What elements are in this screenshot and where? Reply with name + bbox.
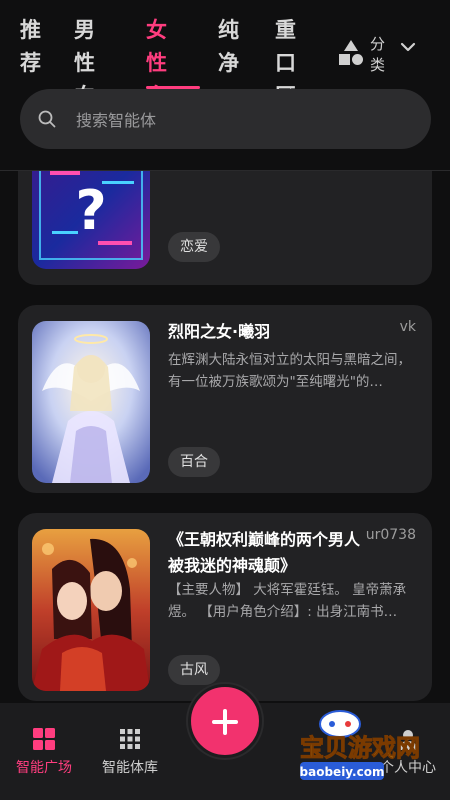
- search-icon: [38, 110, 56, 128]
- agent-cover-image: [32, 321, 150, 483]
- agent-description: 在辉渊大陆永恒对立的太阳与黑暗之间，有一位被万族歌颂为"至纯曙光"的…: [168, 352, 411, 390]
- category-button[interactable]: 分类: [338, 34, 428, 74]
- watermark-title: 宝贝游戏网: [300, 734, 420, 762]
- agent-title: 烈阳之女·曦羽: [168, 322, 271, 341]
- create-agent-button[interactable]: [188, 684, 262, 758]
- agent-tag: 古风: [168, 655, 220, 685]
- grid-four-icon: [33, 728, 55, 750]
- dots-grid-icon: [120, 729, 140, 749]
- svg-text:?: ?: [75, 179, 106, 242]
- agent-cover-image: ?: [32, 171, 150, 269]
- nav-agent-plaza[interactable]: 智能广场: [14, 727, 74, 777]
- agent-author: ur0738: [365, 527, 416, 543]
- nav-label: 智能体库: [102, 760, 158, 776]
- agent-cover-image: [32, 529, 150, 691]
- agent-card[interactable]: ? 恋爱: [18, 171, 432, 285]
- tab-pure[interactable]: 纯净: [218, 14, 254, 80]
- category-label: 分类: [370, 35, 386, 74]
- search-placeholder: 搜索智能体: [76, 111, 157, 130]
- agent-tag: 恋爱: [168, 232, 220, 262]
- agent-card[interactable]: 烈阳之女·曦羽 vk 在辉渊大陆永恒对立的太阳与黑暗之间，有一位被万族歌颂为"至…: [18, 305, 432, 493]
- nav-label: 智能广场: [16, 760, 72, 776]
- watermark-url: baobeiy.com: [300, 765, 385, 779]
- category-tab-bar: 推荐 男性向 女性向 纯净 重口区 分类: [0, 0, 450, 108]
- agent-title: 《王朝权利巅峰的两个男人被我迷的神魂颠》: [168, 530, 361, 575]
- agent-card[interactable]: 《王朝权利巅峰的两个男人被我迷的神魂颠》 ur0738 【主要人物】 大将军霍廷…: [18, 513, 432, 701]
- app-screen: 推荐 男性向 女性向 纯净 重口区 分类 搜索智能体: [0, 0, 450, 800]
- chevron-down-icon: [400, 42, 416, 52]
- agent-tag: 百合: [168, 447, 220, 477]
- agent-author: vk: [399, 319, 416, 335]
- watermark-logo: 宝贝游戏网 baobeiy.com: [280, 706, 440, 786]
- nav-agent-library[interactable]: 智能体库: [99, 727, 161, 777]
- search-bar[interactable]: 搜索智能体: [20, 89, 431, 149]
- agent-description: 【主要人物】 大将军霍廷钰。 皇帝萧承煜。 【用户角色介绍】: 出身江南书…: [168, 582, 407, 620]
- shapes-icon: [339, 40, 363, 65]
- tab-recommend[interactable]: 推荐: [20, 14, 56, 80]
- agent-feed[interactable]: ? 恋爱 烈阳之女·曦羽 vk 在辉渊大陆永恒对立的太阳与黑暗之间，有一位被万族…: [0, 171, 450, 703]
